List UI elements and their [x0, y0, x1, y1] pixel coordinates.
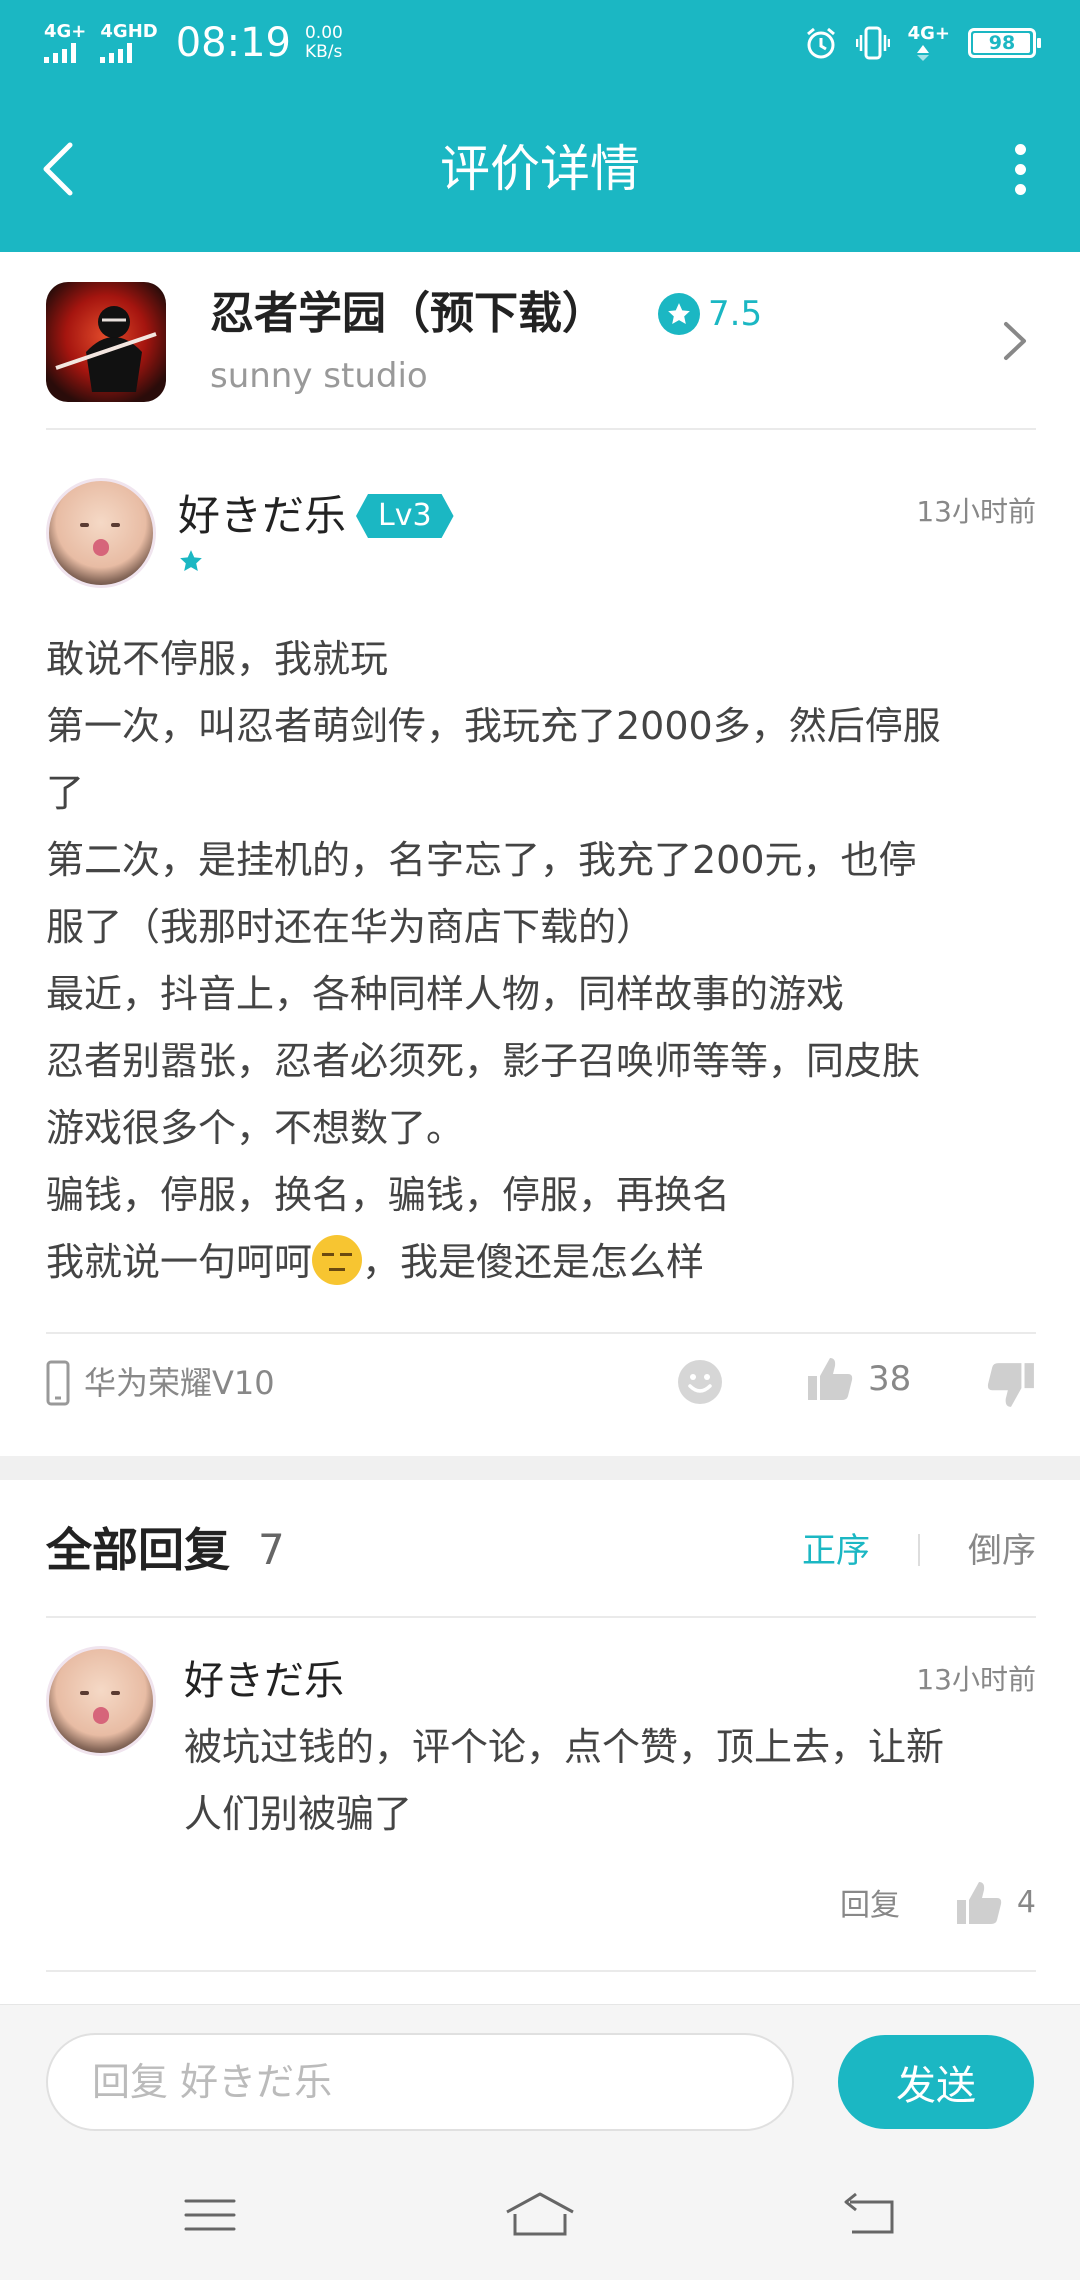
data-indicator-label: 4G+: [907, 23, 950, 44]
chevron-right-icon: [1004, 322, 1026, 360]
network-speed: 0.00 KB/s: [305, 24, 343, 62]
alarm-icon: [806, 27, 835, 59]
data-arrows-icon: [916, 45, 929, 61]
review-footer: 华为荣耀V10 38: [46, 1334, 1036, 1430]
like-count: 38: [868, 1359, 912, 1399]
sort-separator: [918, 1534, 920, 1566]
review-line: 骗钱，停服，换名，骗钱，停服，再换名: [46, 1173, 731, 1217]
status-bar: 4G+ 4GHD 08:19 0.00 KB/s 4G+ 98: [0, 0, 1080, 84]
reply-username[interactable]: 好きだ乐: [184, 1654, 344, 1708]
ninja-logo-icon: [55, 306, 157, 392]
signal-label-1: 4G+: [44, 21, 87, 42]
title-bar: 评价详情: [0, 84, 1080, 252]
signal-indicator-1: 4G+: [44, 23, 86, 63]
review-line: 第一次，叫忍者萌剑传，我玩充了2000多，然后停服: [46, 704, 941, 748]
avatar[interactable]: [46, 478, 156, 588]
app-icon: [46, 282, 166, 402]
avatar[interactable]: [46, 1646, 156, 1756]
app-developer: sunny studio: [210, 356, 428, 396]
menu-button[interactable]: [170, 2180, 250, 2250]
thumbs-down-icon[interactable]: [986, 1360, 1036, 1410]
review-username[interactable]: 好きだ乐: [178, 488, 346, 544]
review-line: 我就说一句呵呵 ，我是傻还是怎么样: [46, 1229, 1036, 1296]
review-line: 第二次，是挂机的，名字忘了，我充了200元，也停: [46, 838, 917, 882]
review-line: 了: [46, 771, 85, 815]
home-icon: [506, 2192, 574, 2236]
review-line: 游戏很多个，不想数了。: [46, 1106, 465, 1150]
review-line-part: 我就说一句呵呵: [46, 1240, 313, 1284]
app-header: 4G+ 4GHD 08:19 0.00 KB/s 4G+ 98 评价详情: [0, 0, 1080, 252]
reply-input-bar: 发送: [0, 2004, 1080, 2150]
replies-count: 7: [258, 1525, 285, 1574]
back-nav-button[interactable]: [830, 2180, 910, 2250]
review-line: 最近，抖音上，各种同样人物，同样故事的游戏: [46, 972, 845, 1016]
review-line-part: ，我是傻还是怎么样: [362, 1240, 705, 1284]
system-nav-bar: [0, 2150, 1080, 2280]
signal-label-2: 4GHD: [100, 21, 158, 42]
menu-icon: [184, 2199, 236, 2231]
signal-bars-icon: [44, 43, 76, 63]
battery-level: 98: [988, 32, 1016, 54]
status-right: 4G+ 98: [804, 18, 1041, 68]
reply-body: 被坑过钱的，评个论，点个赞，顶上去，让新 人们别被骗了: [184, 1714, 1036, 1848]
app-name: 忍者学园（预下载）: [210, 288, 606, 339]
reply-button[interactable]: 回复: [840, 1884, 900, 1928]
section-divider: [0, 1456, 1080, 1480]
sort-ascending-button[interactable]: 正序: [802, 1526, 870, 1576]
replies-header: 全部回复 7 正序 倒序: [46, 1480, 1036, 1618]
device-info: 华为荣耀V10: [46, 1358, 275, 1408]
status-left: 4G+ 4GHD 08:19 0.00 KB/s: [44, 18, 343, 68]
thumbs-up-icon: [808, 1358, 853, 1400]
signal-bars-icon: [100, 43, 133, 63]
vibrate-icon: [855, 26, 890, 60]
send-button[interactable]: 发送: [838, 2035, 1034, 2129]
star-badge-icon: [658, 293, 700, 335]
signal-indicator-2: 4GHD: [100, 21, 158, 63]
app-rating: 7.5: [658, 290, 762, 338]
phone-icon: [46, 1360, 70, 1406]
page-title: 评价详情: [440, 140, 640, 198]
review-time: 13小时前: [916, 495, 1036, 528]
battery-icon: 98: [968, 28, 1041, 58]
unamused-emoji-icon: [312, 1235, 363, 1285]
data-indicator: 4G+: [908, 25, 950, 61]
network-speed-unit: KB/s: [304, 42, 343, 62]
replies-title: 全部回复: [46, 1523, 230, 1577]
network-speed-value: 0.00: [304, 23, 343, 43]
star-icon: [180, 550, 202, 571]
more-menu-button[interactable]: [1000, 139, 1040, 199]
review-line: 服了（我那时还在华为商店下载的）: [46, 905, 655, 949]
reply-item: 好きだ乐 13小时前 被坑过钱的，评个论，点个赞，顶上去，让新 人们别被骗了 回…: [46, 1620, 1036, 1972]
emoji-react-icon[interactable]: [676, 1358, 724, 1406]
status-time: 08:19: [175, 20, 291, 66]
thumbs-up-icon: [956, 1882, 1002, 1924]
review-body: 敢说不停服，我就玩 第一次，叫忍者萌剑传，我玩充了2000多，然后停服 了 第二…: [46, 626, 1036, 1296]
home-button[interactable]: [500, 2180, 580, 2250]
reply-line: 被坑过钱的，评个论，点个赞，顶上去，让新: [184, 1725, 945, 1769]
like-button[interactable]: 38: [806, 1354, 911, 1404]
app-rating-value: 7.5: [708, 294, 763, 334]
review-line: 忍者别嚣张，忍者必须死，影子召唤师等等，同皮肤: [46, 1039, 921, 1083]
device-name: 华为荣耀V10: [84, 1364, 275, 1402]
back-arrow-icon: [844, 2192, 894, 2234]
reply-line: 人们别被骗了: [184, 1792, 413, 1836]
sort-descending-button[interactable]: 倒序: [968, 1526, 1036, 1576]
reply-like-count: 4: [1016, 1885, 1036, 1920]
app-info-card[interactable]: 忍者学园（预下载） 7.5 sunny studio: [46, 252, 1036, 430]
reply-time: 13小时前: [916, 1663, 1036, 1696]
reply-input[interactable]: [46, 2033, 794, 2131]
review-line: 敢说不停服，我就玩: [46, 637, 389, 681]
reply-like-button[interactable]: 4: [955, 1878, 1036, 1928]
level-badge: Lv3: [356, 494, 454, 538]
